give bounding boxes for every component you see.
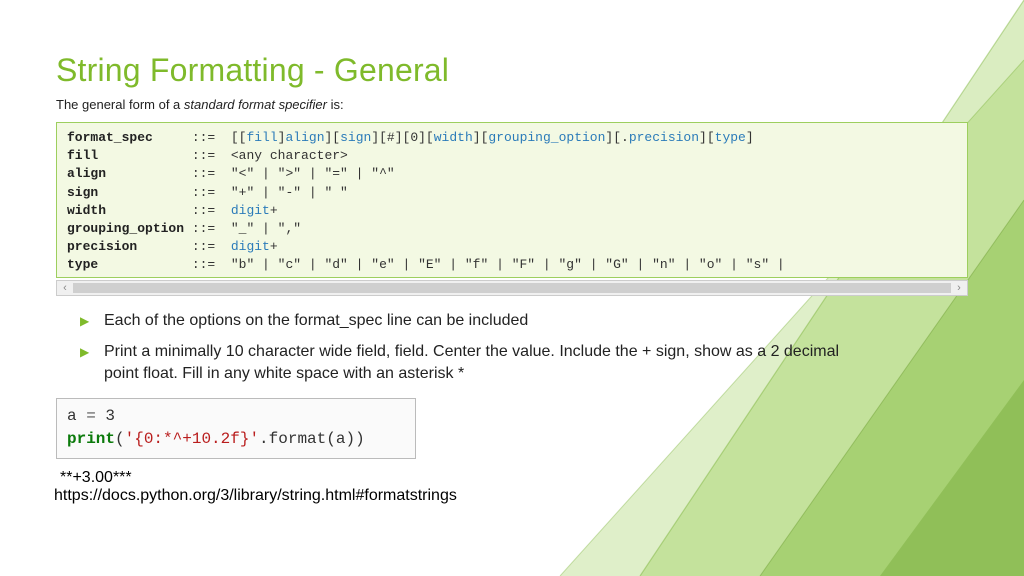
grammar-line-width: width ::= digit+ (67, 202, 957, 220)
slide-content: String Formatting - General The general … (0, 0, 1024, 505)
code-output: **+3.00*** (60, 469, 968, 487)
subtitle-em: standard format specifier (184, 97, 327, 112)
grammar-line-align: align ::= "<" | ">" | "=" | "^" (67, 165, 957, 183)
scroll-left-arrow[interactable]: ‹ (57, 281, 73, 295)
grammar-line-fill: fill ::= <any character> (67, 147, 957, 165)
scroll-right-arrow[interactable]: › (951, 281, 967, 295)
grammar-line-precision: precision ::= digit+ (67, 238, 957, 256)
scroll-thumb[interactable] (73, 283, 951, 293)
grammar-line-grouping_option: grouping_option ::= "_" | "," (67, 220, 957, 238)
grammar-line-format_spec: format_spec ::= [[fill]align][sign][#][0… (67, 129, 957, 147)
bullet-item: Each of the options on the format_spec l… (80, 310, 860, 332)
subtitle-post: is: (327, 97, 344, 112)
bullet-item: Print a minimally 10 character wide fiel… (80, 341, 860, 384)
slide-title: String Formatting - General (56, 52, 968, 89)
grammar-line-sign: sign ::= "+" | "-" | " " (67, 184, 957, 202)
code-line: a = 3 (67, 405, 405, 428)
code-example: a = 3 print('{0:*^+10.2f}'.format(a)) (56, 398, 416, 458)
subtitle-pre: The general form of a (56, 97, 184, 112)
slide-subtitle: The general form of a standard format sp… (56, 97, 968, 112)
grammar-box: format_spec ::= [[fill]align][sign][#][0… (56, 122, 968, 278)
grammar-line-type: type ::= "b" | "c" | "d" | "e" | "E" | "… (67, 256, 957, 274)
reference-url: https://docs.python.org/3/library/string… (54, 487, 968, 505)
horizontal-scrollbar[interactable]: ‹ › (56, 280, 968, 296)
code-line: print('{0:*^+10.2f}'.format(a)) (67, 428, 405, 451)
bullet-list: Each of the options on the format_spec l… (80, 310, 968, 385)
